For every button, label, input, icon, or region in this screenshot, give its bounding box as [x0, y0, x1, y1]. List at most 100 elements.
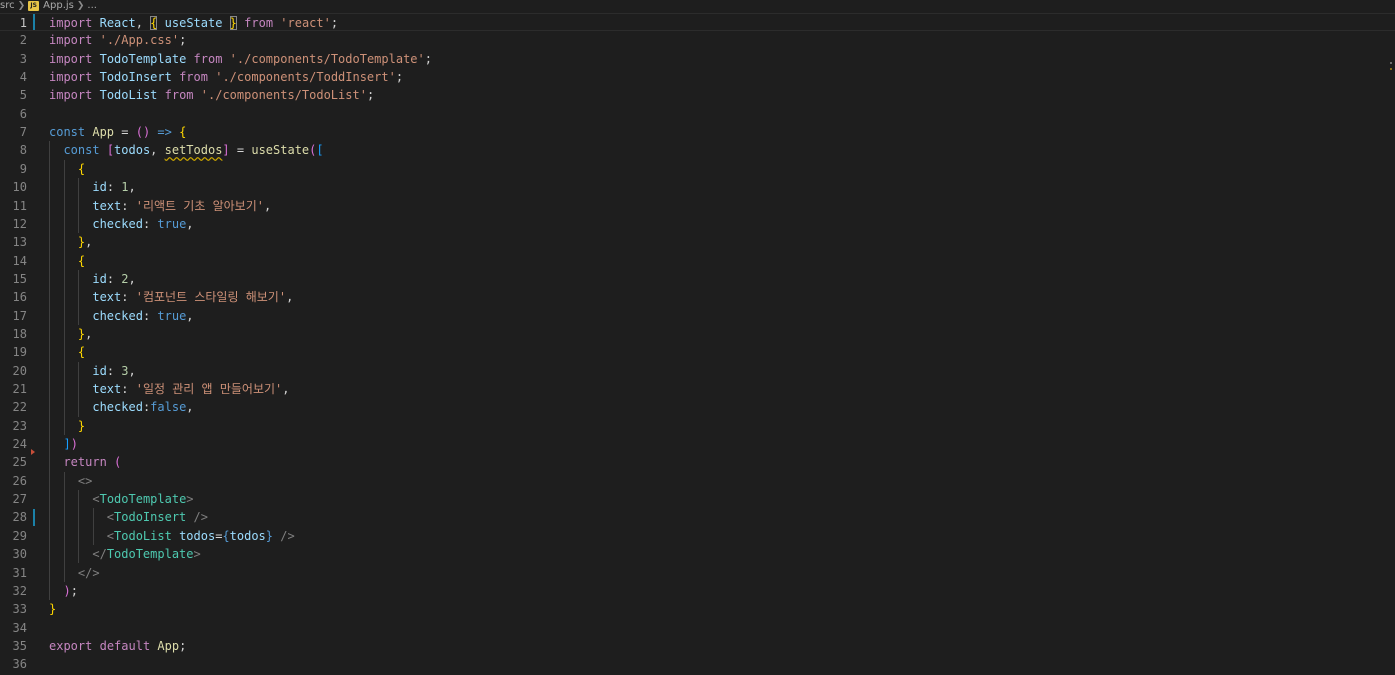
code-token: {	[222, 528, 230, 543]
code-line[interactable]: 17 checked: true,	[0, 307, 1395, 325]
code-token: useState	[164, 16, 223, 30]
breadcrumb-symbols[interactable]: ...	[87, 0, 97, 12]
code-line[interactable]: 30 </TodoTemplate>	[0, 545, 1395, 563]
code-token: ;	[179, 33, 187, 48]
overview-ruler-mark	[1390, 68, 1392, 70]
code-token: :	[106, 180, 122, 195]
code-token: text	[92, 198, 122, 213]
code-token: :	[106, 363, 122, 378]
code-token: './App.css'	[99, 33, 180, 48]
code-token: ,	[186, 216, 194, 231]
code-line[interactable]: 7 const App = () => {	[0, 123, 1395, 141]
code-token: '리액트 기초 알아보기'	[135, 198, 264, 213]
code-token: from	[244, 16, 274, 30]
code-line[interactable]: 33}	[0, 600, 1395, 618]
code-token: './components/TodoList'	[200, 88, 367, 103]
code-line[interactable]: 25 return (	[0, 453, 1395, 471]
code-token: const	[63, 143, 100, 158]
code-token: >	[193, 547, 201, 562]
code-line[interactable]: 26 <>	[0, 472, 1395, 490]
code-line[interactable]: 27 <TodoTemplate>	[0, 490, 1395, 508]
code-line[interactable]: 18 },	[0, 325, 1395, 343]
line-code: id: 3,	[49, 362, 135, 380]
code-line[interactable]: 5 import TodoList from './components/Todo…	[0, 86, 1395, 104]
code-line[interactable]: 31 </>	[0, 564, 1395, 582]
line-number: 24	[12, 437, 27, 452]
code-line[interactable]: 16 text: '컴포넌트 스타일링 해보기',	[0, 288, 1395, 306]
code-line[interactable]: 32 );	[0, 582, 1395, 600]
code-line[interactable]: 1 import React, { useState } from 'react'…	[0, 13, 1395, 32]
line-code: <>	[49, 472, 92, 490]
code-token: :	[142, 216, 158, 231]
code-line[interactable]: 20 id: 3,	[0, 362, 1395, 380]
code-token: :	[121, 198, 136, 213]
code-line[interactable]: 34	[0, 619, 1395, 637]
line-number: 25	[12, 455, 27, 470]
code-line[interactable]: 12 checked: true,	[0, 215, 1395, 233]
editor-text-area[interactable]: 1 import React, { useState } from 'react'…	[0, 12, 1395, 675]
git-modified-marker[interactable]	[33, 14, 35, 31]
code-token: <	[106, 510, 115, 525]
code-line[interactable]: 4 import TodoInsert from './components/To…	[0, 68, 1395, 86]
code-token: App	[157, 638, 180, 653]
line-number: 22	[12, 400, 27, 415]
code-token: />	[193, 510, 208, 525]
code-token: import	[49, 51, 93, 66]
code-token: text	[92, 290, 122, 305]
code-line[interactable]: 29 <TodoList todos={todos} />	[0, 527, 1395, 545]
indent-guide	[78, 178, 79, 234]
code-token: './components/ToddInsert'	[215, 70, 396, 85]
line-code: import './App.css';	[49, 31, 186, 49]
code-line[interactable]: 13 },	[0, 233, 1395, 251]
line-number: 10	[12, 180, 27, 195]
line-code: },	[49, 233, 92, 251]
line-code: </>	[49, 564, 100, 582]
code-token: export	[49, 638, 93, 653]
code-line[interactable]: 22 checked:false,	[0, 398, 1395, 416]
code-token: =>	[157, 125, 172, 140]
code-line[interactable]: 36	[0, 655, 1395, 673]
line-number: 35	[12, 638, 27, 653]
code-line[interactable]: 10 id: 1,	[0, 178, 1395, 196]
code-token: {	[77, 161, 86, 176]
code-token: 1	[121, 180, 129, 195]
code-line[interactable]: 24 ])	[0, 435, 1395, 453]
indent-guide	[92, 508, 94, 546]
code-line[interactable]: 9 {	[0, 160, 1395, 178]
code-token: {	[179, 125, 187, 140]
code-line[interactable]: 35 export default App;	[0, 637, 1395, 655]
code-line[interactable]: 6	[0, 105, 1395, 123]
code-line[interactable]: 8 const [todos, setTodos] = useState([	[0, 141, 1395, 159]
line-number: 8	[19, 143, 27, 158]
line-code: <TodoTemplate>	[49, 490, 193, 508]
breadcrumb-folder-src[interactable]: src	[0, 0, 15, 12]
chevron-right-icon: ❯	[76, 1, 85, 11]
breadcrumb-file[interactable]: JS App.js	[28, 0, 74, 12]
git-modified-marker[interactable]	[33, 509, 35, 526]
git-deleted-marker[interactable]	[31, 449, 35, 456]
code-token: }	[265, 528, 274, 543]
code-token: [	[316, 143, 324, 158]
code-line[interactable]: 2 import './App.css';	[0, 31, 1395, 49]
code-token: 3	[121, 363, 129, 378]
code-token: ()	[135, 125, 151, 140]
line-code: checked: true,	[49, 307, 193, 325]
code-line[interactable]: 14 {	[0, 252, 1395, 270]
code-line[interactable]: 3 import TodoTemplate from './components/…	[0, 50, 1395, 68]
code-line[interactable]: 19 {	[0, 343, 1395, 361]
code-line[interactable]: 11 text: '리액트 기초 알아보기',	[0, 197, 1395, 215]
code-line[interactable]: 28 <TodoInsert />	[0, 508, 1395, 526]
line-code: </TodoTemplate>	[49, 545, 201, 563]
code-token: TodoList	[99, 88, 158, 103]
code-line[interactable]: 15 id: 2,	[0, 270, 1395, 288]
code-token: '컴포넌트 스타일링 해보기'	[135, 290, 287, 305]
code-token: ,	[85, 326, 93, 341]
code-line[interactable]: 23 }	[0, 417, 1395, 435]
code-line[interactable]: 21 text: '일정 관리 앱 만들어보기',	[0, 380, 1395, 398]
